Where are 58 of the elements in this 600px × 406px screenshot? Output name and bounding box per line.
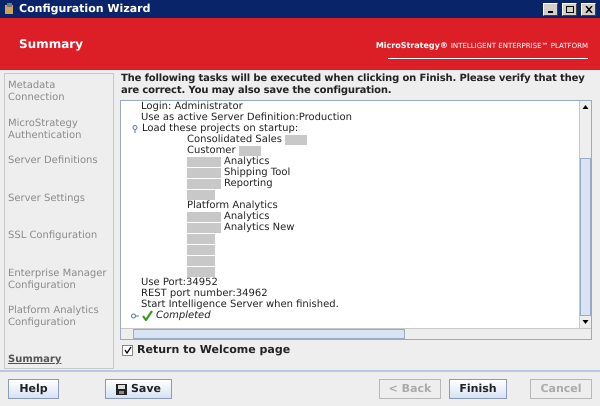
tree-item-text: Customer — [187, 145, 236, 156]
redaction-mark — [187, 168, 221, 178]
tree-item-text: Load these projects on startup: — [142, 123, 298, 134]
sidebar-item[interactable]: MicroStrategy Authentication — [8, 118, 113, 155]
tree-item-text: Consolidated Sales — [187, 134, 282, 145]
app-icon — [4, 3, 15, 15]
close-button[interactable] — [581, 2, 596, 16]
redaction-mark — [187, 212, 221, 222]
dialog-button[interactable]: Finish — [449, 379, 507, 399]
expanded-node-icon[interactable] — [131, 124, 139, 132]
sidebar-item[interactable]: Summary — [8, 354, 113, 366]
tree-item-text: Reporting — [224, 178, 273, 189]
tree-item-text: Login: Administrator — [141, 101, 243, 112]
redaction-mark — [285, 134, 308, 144]
dialog-button[interactable]: Help — [8, 379, 59, 399]
sidebar-item[interactable]: Server Definitions — [8, 155, 113, 192]
redaction-mark — [187, 178, 221, 188]
intro-text: The following tasks will be executed when clicking on Finish. Please verify that they are correct. You may also save the configuration. — [120, 73, 586, 97]
close-icon — [584, 6, 592, 12]
tree-item-text: Use Port:34952 — [141, 277, 218, 288]
horizontal-scrollbar[interactable] — [121, 328, 591, 339]
maximize-icon — [566, 6, 574, 12]
tree-item-text: REST port number:34962 — [141, 288, 268, 299]
tree-item-text: Analytics — [224, 211, 270, 222]
save-button[interactable]: Save — [105, 379, 172, 399]
checkmark-icon — [124, 346, 132, 354]
checkbox-label: Return to Welcome page — [137, 342, 290, 358]
brand-name: MicroStrategy® — [376, 40, 448, 52]
status-text: Completed — [156, 310, 211, 321]
redaction-mark — [187, 234, 215, 244]
redaction-mark — [187, 190, 215, 200]
sidebar-item[interactable]: Metadata Connection — [8, 80, 113, 118]
sidebar-item[interactable]: Enterprise Manager Configuration — [8, 268, 113, 305]
sidebar-item[interactable]: SSL Configuration — [8, 230, 113, 268]
tree-item-text: Start Intelligence Server when finished. — [141, 299, 339, 310]
checkbox[interactable] — [122, 344, 133, 356]
scrollbar-thumb[interactable] — [580, 158, 591, 316]
tree-item-text: Platform Analytics — [187, 200, 278, 211]
tree-item-text: Analytics — [224, 156, 270, 167]
redaction-mark — [187, 244, 215, 254]
tree-item-text: Shipping Tool — [224, 167, 290, 178]
check-icon — [142, 310, 153, 321]
redaction-mark — [238, 146, 261, 156]
window-title: Configuration Wizard — [19, 0, 152, 17]
page-title: Summary — [19, 36, 84, 53]
redaction-mark — [187, 256, 215, 266]
redaction-mark — [187, 222, 221, 232]
tree-item-text: Use as active Server Definition:Production — [141, 112, 352, 123]
sidebar-item[interactable]: Server Settings — [8, 192, 113, 230]
vertical-scrollbar[interactable] — [579, 101, 591, 328]
collapsed-node-icon[interactable] — [131, 312, 139, 320]
minimize-button[interactable] — [543, 2, 558, 16]
redaction-mark — [187, 266, 215, 276]
tree-item-text: Analytics New — [224, 222, 294, 233]
sidebar-item[interactable]: Platform Analytics Configuration — [8, 305, 113, 342]
scrollbar-thumb[interactable] — [133, 329, 405, 339]
maximize-button[interactable] — [562, 2, 577, 16]
redaction-mark — [187, 156, 221, 166]
